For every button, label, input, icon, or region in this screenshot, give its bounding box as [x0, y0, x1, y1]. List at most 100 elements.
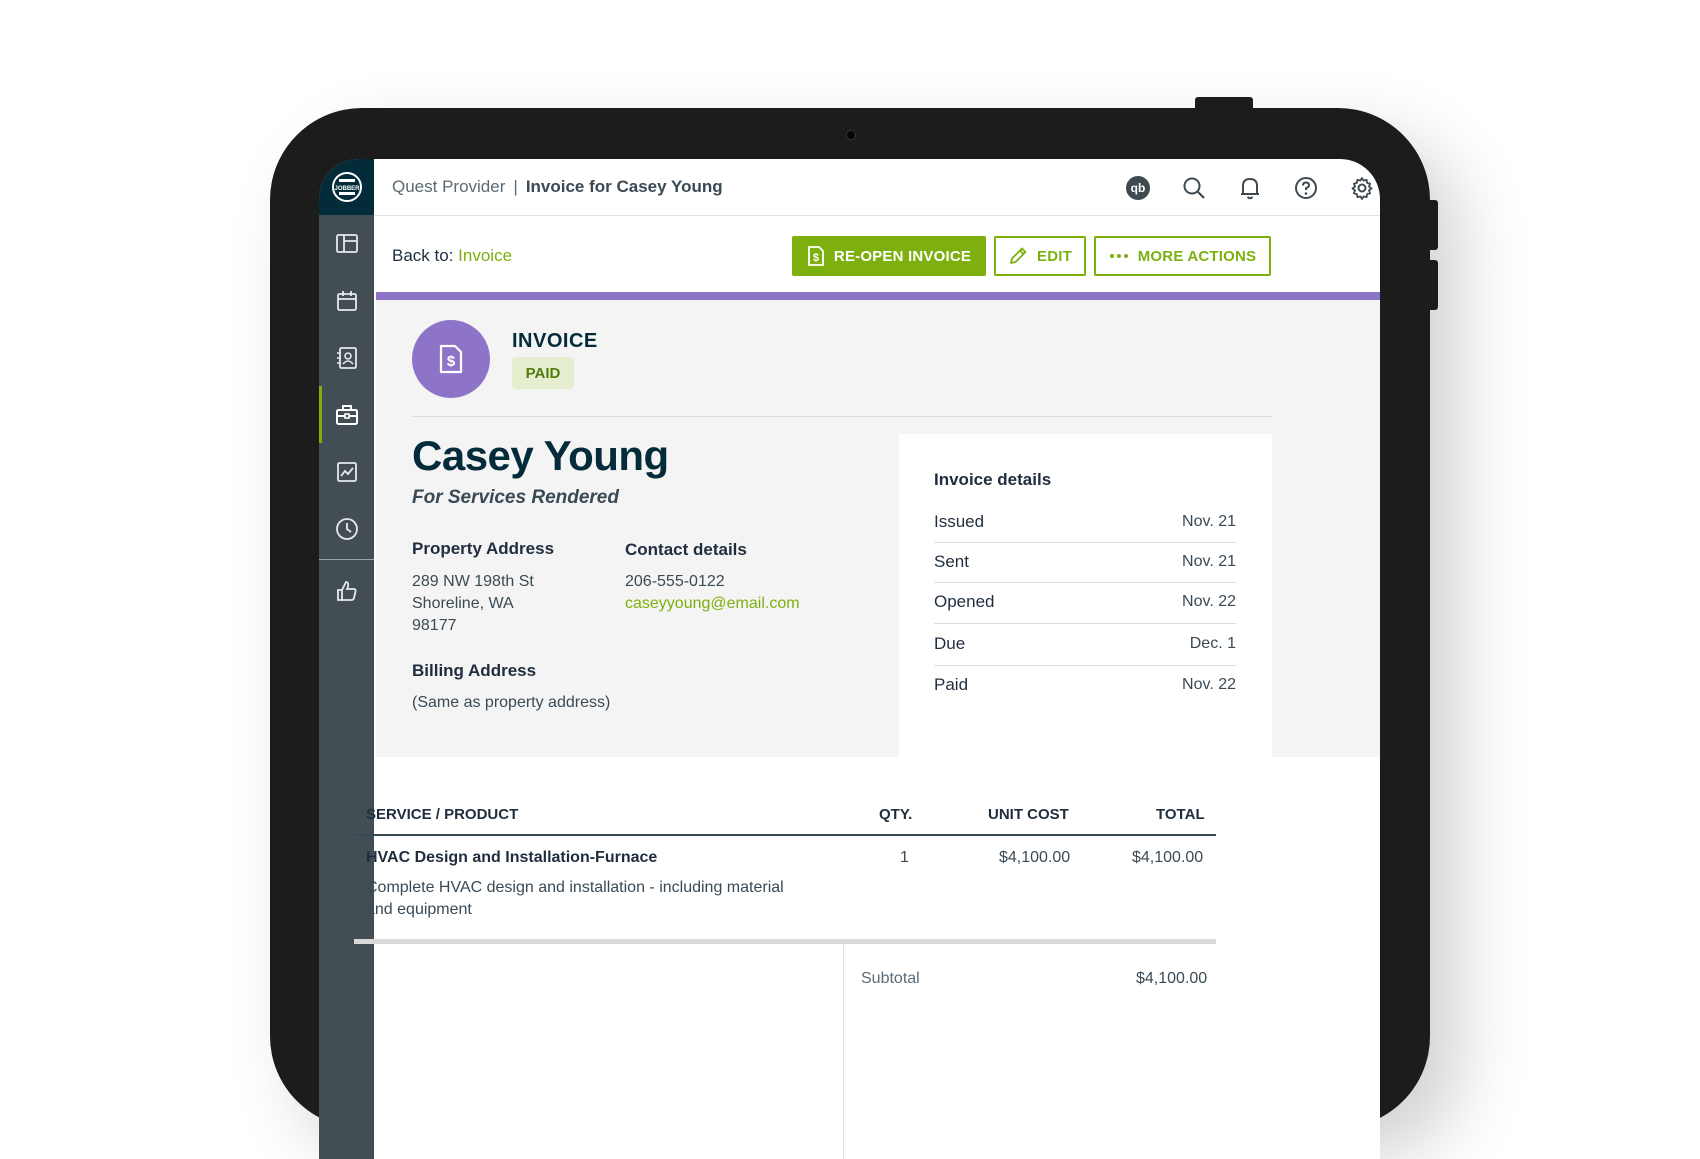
more-actions-label: MORE ACTIONS	[1137, 247, 1257, 265]
column-unit-cost: UNIT COST	[988, 806, 1069, 823]
item-qty: 1	[900, 849, 909, 866]
invoice-document-icon: $	[808, 246, 824, 266]
subtotal-value: $4,100.00	[1136, 970, 1208, 987]
table-bottom-border	[354, 939, 1216, 944]
reports-chart-icon	[336, 461, 357, 482]
invoice-accent-bar	[376, 292, 1380, 300]
contact-phone[interactable]: 206-555-0122	[625, 571, 800, 593]
svg-text:$: $	[813, 252, 819, 264]
sidebar-item-reports[interactable]	[319, 443, 374, 500]
detail-label: Paid	[934, 675, 969, 694]
detail-value: Nov. 21	[1182, 513, 1236, 530]
detail-value: Nov. 22	[1182, 593, 1236, 610]
item-unit-cost: $4,100.00	[999, 849, 1071, 866]
contact-email[interactable]: caseyyoung@email.com	[625, 593, 800, 615]
sidebar-item-work[interactable]	[319, 386, 374, 443]
tablet-top-button	[1195, 97, 1253, 109]
svg-text:qb: qb	[1131, 181, 1146, 195]
jobber-logo[interactable]: JOBBER	[319, 159, 374, 215]
address-line: 98177	[412, 617, 457, 634]
invoice-details-title: Invoice details	[934, 470, 1052, 489]
ellipsis-icon	[1109, 254, 1128, 258]
column-total: TOTAL	[1156, 806, 1205, 823]
help-button[interactable]	[1290, 173, 1322, 203]
detail-label: Opened	[934, 592, 995, 611]
sidebar-item-schedule[interactable]	[319, 272, 374, 329]
detail-label: Due	[934, 634, 966, 653]
more-actions-button[interactable]: MORE ACTIONS	[1094, 236, 1271, 276]
help-icon	[1295, 177, 1317, 199]
sidebar-item-reviews[interactable]	[319, 562, 374, 619]
tablet-frame: JOBBER Quest Provider | Invoice for Case…	[270, 97, 1438, 1159]
search-button[interactable]	[1178, 173, 1210, 203]
search-icon	[1183, 177, 1205, 199]
bell-icon	[1241, 177, 1259, 200]
invoice-type-label: INVOICE	[512, 330, 598, 352]
detail-row-issued: Issued Nov. 21	[934, 502, 1236, 542]
top-icons: qb	[1122, 173, 1378, 203]
sidebar-divider	[319, 559, 374, 560]
settings-button[interactable]	[1346, 173, 1378, 203]
detail-row-paid: Paid Nov. 22	[934, 665, 1236, 705]
client-name: Casey Young	[412, 432, 669, 479]
app-screen: JOBBER Quest Provider | Invoice for Case…	[319, 159, 1380, 1159]
column-service-product: SERVICE / PRODUCT	[366, 806, 519, 823]
detail-value: Nov. 21	[1182, 553, 1236, 570]
item-description-line: and equipment	[366, 901, 472, 918]
contact-details-label: Contact details	[625, 540, 747, 559]
quickbooks-button[interactable]: qb	[1122, 173, 1154, 203]
detail-label: Sent	[934, 552, 969, 571]
detail-value: Dec. 1	[1189, 635, 1236, 652]
address-line: Shoreline, WA	[412, 595, 514, 612]
detail-label: Issued	[934, 512, 985, 531]
status-badge: PAID	[512, 357, 574, 389]
summary-divider	[412, 416, 1272, 417]
action-bar: Back to: Invoice $ RE-OPEN INVOICE EDIT …	[374, 216, 1380, 298]
totals-divider	[843, 944, 844, 1159]
tablet-volume-down	[1428, 260, 1438, 310]
reopen-invoice-label: RE-OPEN INVOICE	[833, 247, 972, 265]
svg-text:JOBBER: JOBBER	[334, 186, 360, 192]
gear-icon	[1351, 177, 1373, 200]
item-description-line: Complete HVAC design and installation - …	[366, 879, 784, 896]
detail-row-due: Due Dec. 1	[934, 624, 1236, 664]
billing-address-label: Billing Address	[412, 661, 537, 680]
subtotal-label: Subtotal	[861, 970, 920, 987]
item-description: Complete HVAC design and installation - …	[366, 877, 784, 921]
breadcrumb-root[interactable]: Quest Provider	[392, 177, 505, 196]
property-address-label: Property Address	[412, 539, 555, 558]
back-prefix: Back to:	[392, 246, 454, 265]
invoice-subtitle: For Services Rendered	[412, 487, 619, 508]
top-bar: Quest Provider | Invoice for Casey Young q…	[374, 159, 1380, 216]
invoice-badge-circle: $	[412, 320, 490, 398]
invoice-icon: $	[439, 344, 463, 374]
back-to: Back to: Invoice	[392, 246, 512, 266]
invoice-details-card: Invoice details Issued Nov. 21 Sent Nov.…	[899, 434, 1272, 764]
sidebar-item-dashboard[interactable]	[319, 215, 374, 272]
thumbs-up-icon	[336, 580, 356, 601]
edit-button[interactable]: EDIT	[994, 236, 1086, 276]
breadcrumb-separator: |	[513, 177, 518, 196]
quickbooks-icon: qb	[1126, 176, 1150, 200]
timesheet-clock-icon	[335, 517, 358, 540]
camera	[846, 130, 856, 140]
detail-row-opened: Opened Nov. 22	[934, 582, 1236, 622]
page-title: Invoice for Casey Young	[525, 177, 723, 196]
sidebar-item-timesheets[interactable]	[319, 500, 374, 557]
sidebar-item-clients[interactable]	[319, 329, 374, 386]
item-name: HVAC Design and Installation-Furnace	[366, 849, 658, 866]
table-row[interactable]: HVAC Design and Installation-Furnace Com…	[354, 849, 1216, 939]
jobber-logo-icon: JOBBER	[331, 172, 362, 202]
reopen-invoice-button[interactable]: $ RE-OPEN INVOICE	[792, 236, 986, 276]
back-to-invoice-link[interactable]: Invoice	[458, 246, 512, 265]
column-qty: QTY.	[879, 806, 913, 823]
calendar-icon	[336, 290, 357, 311]
notifications-button[interactable]	[1234, 173, 1266, 203]
address-line: 289 NW 198th St	[412, 573, 534, 590]
clients-icon	[336, 346, 357, 369]
item-total: $4,100.00	[1132, 849, 1204, 866]
svg-text:$: $	[447, 353, 456, 370]
property-address: 289 NW 198th St Shoreline, WA 98177	[412, 571, 534, 637]
dashboard-icon	[335, 233, 358, 253]
work-briefcase-icon	[335, 404, 358, 425]
